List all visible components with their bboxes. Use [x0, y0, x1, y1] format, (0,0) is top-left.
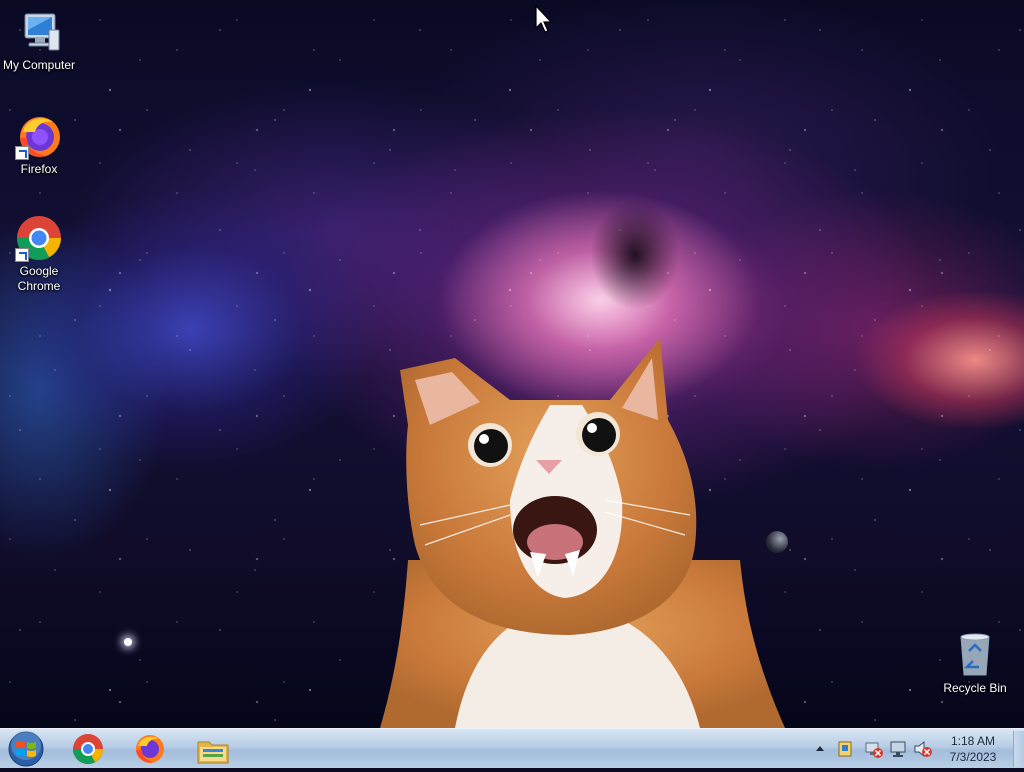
firefox-icon [136, 735, 164, 763]
taskbar-firefox-button[interactable] [124, 731, 176, 767]
desktop-icon-my-computer[interactable]: My Computer [1, 8, 77, 73]
windows-logo-icon [8, 730, 44, 767]
computer-icon [15, 8, 63, 56]
clock-time: 1:18 AM [950, 734, 996, 748]
cat-wallpaper-image [380, 338, 785, 728]
desktop-icon-label: Recycle Bin [943, 681, 1007, 695]
desktop-icon-label: My Computer [2, 58, 76, 72]
desktop-icon-label: Google Chrome [17, 264, 61, 293]
shortcut-arrow-icon [15, 248, 29, 262]
folder-icon [197, 741, 229, 764]
desktop-icon-recycle-bin[interactable]: Recycle Bin [937, 631, 1013, 696]
mouse-cursor-icon [535, 5, 553, 33]
dark-nebula-cloud [590, 200, 680, 310]
show-desktop-button[interactable] [1013, 731, 1024, 767]
action-center-icon[interactable] [836, 740, 854, 758]
taskbar: 1:18 AM 7/3/2023 [0, 728, 1024, 768]
recycle-bin-icon [951, 631, 999, 679]
show-hidden-icons-arrow[interactable] [814, 743, 826, 753]
start-button[interactable] [6, 730, 46, 767]
clock-date: 7/3/2023 [949, 750, 997, 764]
chrome-icon [73, 734, 103, 765]
firefox-icon [15, 112, 63, 160]
desktop-background [0, 0, 1024, 728]
volume-muted-icon[interactable] [913, 740, 933, 758]
network-disabled-icon[interactable] [864, 740, 884, 758]
desktop-icon-google-chrome[interactable]: Google Chrome [1, 214, 77, 294]
desktop-icon-firefox[interactable]: Firefox [1, 112, 77, 177]
chrome-icon [15, 214, 63, 262]
taskbar-chrome-button[interactable] [62, 731, 114, 767]
bright-star [124, 638, 132, 646]
display-icon[interactable] [889, 740, 909, 758]
system-clock[interactable]: 1:18 AM 7/3/2023 [935, 733, 1011, 765]
shortcut-arrow-icon [15, 146, 29, 160]
taskbar-explorer-button[interactable] [187, 731, 239, 767]
desktop-icon-label: Firefox [20, 162, 58, 176]
